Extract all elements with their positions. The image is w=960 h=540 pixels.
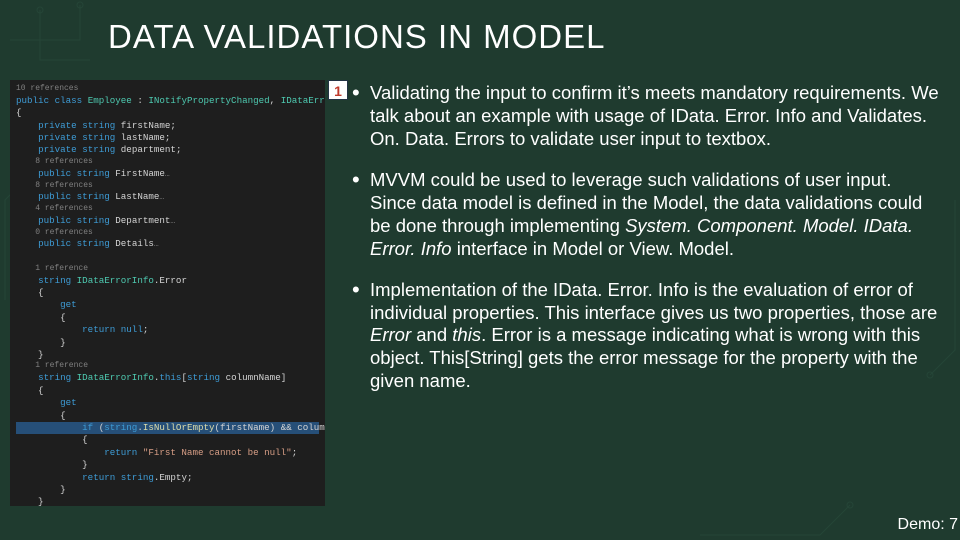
bullet-text: Implementation of the IData. Error. Info… [370,279,937,392]
bullet-list: Validating the input to confirm it’s mee… [352,82,942,411]
bullet-item: Validating the input to confirm it’s mee… [352,82,942,151]
callout-badge-1: 1 [328,80,348,100]
demo-label: Demo: 7 [898,516,958,534]
code-screenshot: 10 references public class Employee : IN… [10,80,325,506]
bullet-text: Validating the input to confirm it’s mee… [370,82,939,149]
bullet-item: Implementation of the IData. Error. Info… [352,279,942,394]
bullet-item: MVVM could be used to leverage such vali… [352,169,942,261]
slide-title: DATA VALIDATIONS IN MODEL [108,18,605,56]
bullet-text: MVVM could be used to leverage such vali… [370,169,922,259]
